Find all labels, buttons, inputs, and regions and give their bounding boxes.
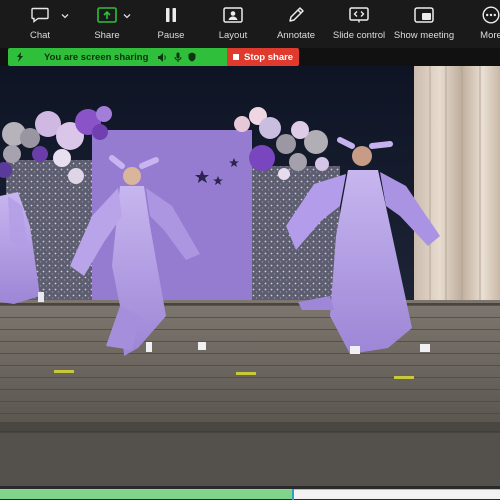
annotate-label: Annotate	[276, 30, 316, 41]
stop-icon	[233, 54, 239, 60]
share-screen-icon	[97, 0, 117, 30]
sharing-status-area[interactable]: You are screen sharing	[8, 48, 227, 66]
share-chevron-down-icon[interactable]	[123, 12, 131, 20]
more-icon	[482, 0, 500, 30]
stop-share-button[interactable]: Stop share	[227, 48, 299, 66]
more-button[interactable]: More	[476, 0, 500, 48]
chat-label: Chat	[29, 30, 51, 41]
video-progress-handle[interactable]	[291, 489, 294, 500]
show-meeting-label: Show meeting	[393, 30, 455, 41]
pause-button[interactable]: Pause	[152, 0, 190, 48]
shared-video	[0, 66, 500, 486]
show-meeting-button[interactable]: Show meeting	[393, 0, 455, 48]
layout-icon	[223, 0, 243, 30]
dance-performance-image	[0, 66, 500, 486]
slide-control-icon	[349, 0, 369, 30]
drag-handle-icon[interactable]	[16, 52, 24, 62]
annotate-button[interactable]: Annotate	[274, 0, 318, 48]
pause-label: Pause	[157, 30, 185, 41]
sharing-status-text: You are screen sharing	[44, 51, 149, 63]
pause-icon	[164, 0, 178, 30]
microphone-icon[interactable]	[174, 52, 182, 62]
show-meeting-icon	[414, 0, 434, 30]
video-progress-bar[interactable]	[0, 489, 500, 500]
video-controls-strip	[0, 486, 500, 500]
more-label: More	[480, 30, 500, 41]
chat-chevron-down-icon[interactable]	[61, 12, 69, 20]
chat-icon	[31, 0, 49, 30]
layout-label: Layout	[218, 30, 248, 41]
chat-button[interactable]: Chat	[22, 0, 58, 48]
shield-icon[interactable]	[188, 52, 196, 62]
video-progress-fill	[0, 490, 293, 499]
slide-control-label: Slide control	[332, 30, 386, 41]
slide-control-button[interactable]: Slide control	[332, 0, 386, 48]
share-button[interactable]: Share	[88, 0, 126, 48]
pencil-icon	[287, 0, 305, 30]
audio-icon[interactable]	[158, 52, 168, 62]
stop-share-label: Stop share	[244, 51, 294, 63]
layout-button[interactable]: Layout	[214, 0, 252, 48]
screen-sharing-bar: You are screen sharing Stop share	[8, 48, 299, 66]
meeting-toolbar: Chat Share Pause Layout Annotate Slide c…	[0, 0, 500, 48]
share-label: Share	[94, 30, 120, 41]
